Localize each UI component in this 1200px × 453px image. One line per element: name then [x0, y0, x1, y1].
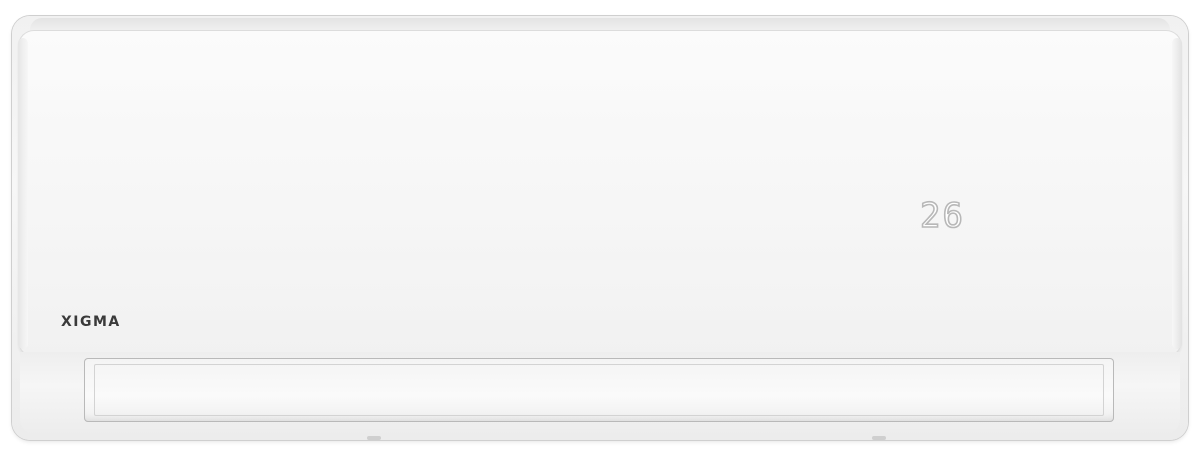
front-panel: XIGMA 26 [18, 30, 1182, 357]
brand-logo-text: XIGMA [61, 314, 121, 330]
bottom-clip-right [872, 436, 886, 440]
product-scene: XIGMA 26 [0, 0, 1200, 453]
panel-edge-right [1172, 38, 1182, 349]
air-outlet-louver [84, 358, 1114, 422]
air-conditioner-indoor-unit: XIGMA 26 [12, 16, 1188, 440]
louver-inner-frame [94, 364, 1104, 416]
panel-edge-left [18, 38, 28, 349]
temperature-display: 26 [919, 196, 965, 236]
bottom-clip-left [367, 436, 381, 440]
